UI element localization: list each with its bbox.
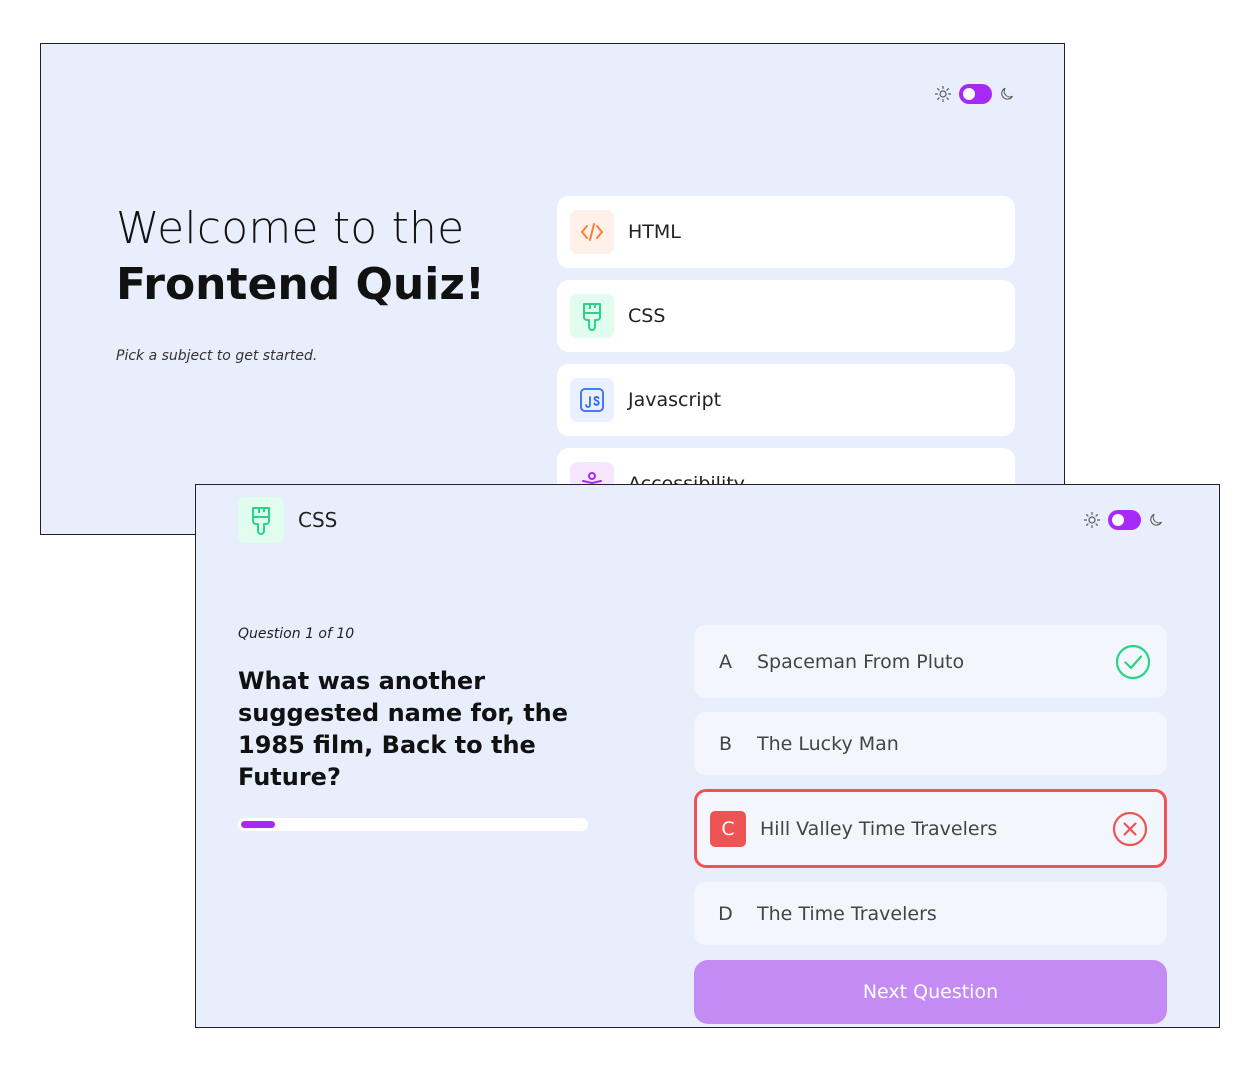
answer-option-d[interactable]: D The Time Travelers	[694, 882, 1167, 945]
subject-option-css[interactable]: CSS	[557, 280, 1015, 352]
answer-text: The Lucky Man	[757, 732, 899, 755]
theme-toggle-switch[interactable]	[959, 84, 992, 104]
toggle-knob	[1112, 514, 1124, 526]
question-text: What was another suggested name for, the…	[238, 667, 569, 791]
subject-option-javascript[interactable]: Javascript	[557, 364, 1015, 436]
code-brackets-icon	[570, 210, 614, 254]
subject-label: CSS	[628, 305, 666, 327]
home-screen: Welcome to the Frontend Quiz! Pick a sub…	[40, 43, 1065, 535]
sun-icon	[934, 85, 952, 103]
wrong-x-icon	[1112, 811, 1148, 846]
answer-option-a[interactable]: A Spaceman From Pluto	[694, 625, 1167, 698]
quiz-subject-label: CSS	[298, 508, 338, 532]
answer-text: Spaceman From Pluto	[757, 650, 965, 673]
sun-icon	[1083, 511, 1101, 529]
answer-list: A Spaceman From Pluto B The Lucky Man C …	[694, 625, 1167, 959]
theme-toggle-group	[934, 84, 1015, 104]
toggle-knob	[963, 88, 975, 100]
answer-text: Hill Valley Time Travelers	[760, 817, 998, 840]
welcome-line-2: Frontend Quiz!	[116, 259, 485, 310]
subject-label: HTML	[628, 221, 681, 243]
quiz-screen: CSS Question 1 of 10 What was another su…	[195, 484, 1220, 1028]
moon-icon	[1150, 513, 1162, 526]
welcome-heading: Welcome to the Frontend Quiz!	[116, 201, 485, 313]
answer-letter: D	[718, 902, 733, 925]
answer-text: The Time Travelers	[757, 902, 937, 925]
theme-toggle-group	[1083, 510, 1164, 530]
welcome-line-1: Welcome to the	[116, 203, 465, 254]
correct-check-icon	[1115, 644, 1151, 679]
subject-label: Javascript	[628, 389, 722, 411]
answer-letter: B	[718, 732, 733, 755]
progress-fill	[241, 821, 276, 828]
answer-letter: C	[710, 810, 746, 847]
welcome-subtitle: Pick a subject to get started.	[116, 348, 318, 364]
subject-option-html[interactable]: HTML	[557, 196, 1015, 268]
subject-list: HTML CSS Javascript	[557, 196, 1015, 532]
answer-option-c[interactable]: C Hill Valley Time Travelers	[694, 789, 1167, 868]
moon-icon	[1001, 87, 1013, 100]
question-counter: Question 1 of 10	[238, 626, 355, 642]
paintbrush-icon	[238, 497, 284, 543]
progress-bar	[238, 818, 588, 831]
quiz-subject-header: CSS	[238, 497, 337, 543]
answer-option-b[interactable]: B The Lucky Man	[694, 712, 1167, 775]
next-question-button[interactable]: Next Question	[694, 960, 1167, 1024]
answer-letter: A	[719, 650, 732, 673]
theme-toggle-switch[interactable]	[1108, 510, 1141, 530]
paintbrush-icon	[570, 294, 614, 338]
js-icon	[570, 378, 614, 422]
